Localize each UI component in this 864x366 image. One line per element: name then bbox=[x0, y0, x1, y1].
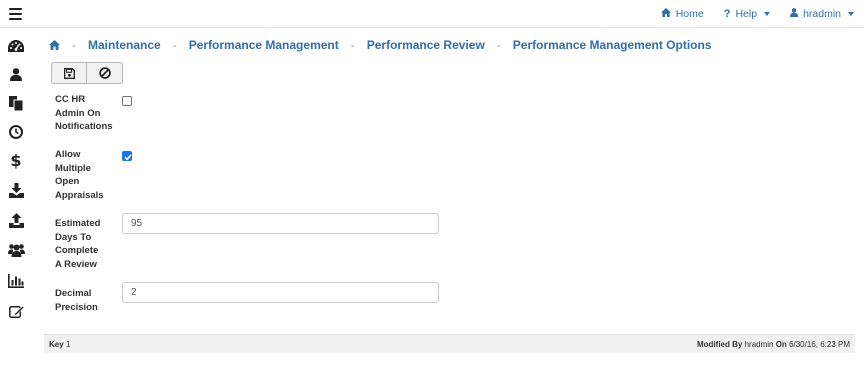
help-label: Help bbox=[735, 8, 758, 20]
allow-multiple-appraisals-label: Allow Multiple Open Appraisals bbox=[55, 148, 117, 202]
breadcrumb-performance-management-options[interactable]: Performance Management Options bbox=[513, 38, 712, 52]
key-value: 1 bbox=[65, 339, 71, 349]
documents-icon[interactable] bbox=[7, 94, 25, 112]
bar-chart-icon[interactable] bbox=[7, 272, 25, 290]
label-line: Admin On bbox=[55, 107, 101, 119]
label-line: CC HR bbox=[55, 94, 86, 105]
label-line: Days To bbox=[55, 231, 92, 243]
allow-multiple-appraisals-checkbox[interactable] bbox=[122, 151, 132, 161]
home-icon bbox=[660, 8, 671, 20]
toolbar bbox=[51, 62, 123, 84]
user-icon bbox=[790, 8, 799, 20]
breadcrumb-performance-management[interactable]: Performance Management bbox=[189, 38, 339, 52]
modified-info: Modified By hradmin On 6/30/16, 6:23 PM bbox=[697, 340, 850, 349]
label-line: Estimated bbox=[55, 218, 101, 229]
breadcrumb-separator: - bbox=[172, 38, 177, 52]
label-line: Multiple bbox=[55, 162, 91, 174]
user-label: hradmin bbox=[803, 8, 841, 20]
breadcrumb-maintenance[interactable]: Maintenance bbox=[88, 38, 161, 52]
cc-hr-admin-label: CC HR Admin On Notifications bbox=[55, 93, 117, 134]
user-menu[interactable]: hradmin bbox=[790, 8, 854, 20]
modified-by-value: hradmin bbox=[744, 339, 774, 349]
chevron-down-icon bbox=[764, 12, 771, 16]
edit-icon[interactable] bbox=[7, 302, 25, 320]
check-icon bbox=[124, 154, 132, 161]
user-icon[interactable] bbox=[7, 65, 25, 83]
on-label: On bbox=[775, 339, 787, 349]
home-icon[interactable] bbox=[49, 40, 60, 50]
users-group-icon[interactable] bbox=[7, 241, 25, 259]
label-line: Allow bbox=[55, 149, 81, 160]
breadcrumb: - Maintenance - Performance Management -… bbox=[49, 38, 712, 52]
ban-icon bbox=[98, 67, 111, 79]
download-icon[interactable] bbox=[7, 181, 25, 199]
label-line: Precision bbox=[55, 301, 98, 313]
breadcrumb-performance-review[interactable]: Performance Review bbox=[367, 38, 485, 52]
upload-icon[interactable] bbox=[7, 211, 25, 229]
chevron-down-icon bbox=[848, 12, 854, 16]
label-line: Decimal bbox=[55, 288, 92, 299]
label-line: Appraisals bbox=[55, 189, 104, 201]
save-button[interactable] bbox=[51, 62, 87, 84]
question-icon: ? bbox=[723, 8, 731, 20]
dollar-icon[interactable]: $ bbox=[7, 152, 25, 170]
record-footer: Key 1 Modified By hradmin On 6/30/16, 6:… bbox=[44, 334, 855, 353]
record-key: Key 1 bbox=[49, 340, 70, 349]
clock-icon[interactable] bbox=[7, 123, 25, 141]
modified-by-label: Modified By bbox=[697, 339, 743, 349]
menu-toggle-icon[interactable] bbox=[9, 8, 22, 20]
top-bar: Home ? Help hradmin bbox=[0, 0, 864, 28]
label-line: A Review bbox=[55, 258, 97, 270]
home-link[interactable]: Home bbox=[660, 8, 704, 20]
top-nav: Home ? Help hradmin bbox=[660, 0, 854, 28]
breadcrumb-separator: - bbox=[350, 38, 355, 52]
breadcrumb-separator: - bbox=[496, 38, 501, 52]
save-icon bbox=[63, 67, 75, 79]
home-label: Home bbox=[675, 8, 704, 20]
decimal-precision-label: Decimal Precision bbox=[55, 287, 117, 314]
dashboard-icon[interactable] bbox=[7, 37, 25, 55]
cc-hr-admin-checkbox[interactable] bbox=[122, 96, 132, 106]
cancel-button[interactable] bbox=[87, 62, 123, 84]
label-line: Open bbox=[55, 176, 80, 188]
decimal-precision-input[interactable] bbox=[122, 282, 439, 303]
help-menu[interactable]: ? Help bbox=[723, 8, 771, 20]
key-label: Key bbox=[49, 339, 64, 349]
modified-date: 6/30/16, 6:23 PM bbox=[789, 339, 850, 349]
estimated-days-label: Estimated Days To Complete A Review bbox=[55, 217, 117, 271]
label-line: Notifications bbox=[55, 121, 113, 133]
label-line: Complete bbox=[55, 245, 99, 257]
breadcrumb-separator: - bbox=[72, 38, 76, 52]
estimated-days-input[interactable] bbox=[122, 213, 439, 234]
